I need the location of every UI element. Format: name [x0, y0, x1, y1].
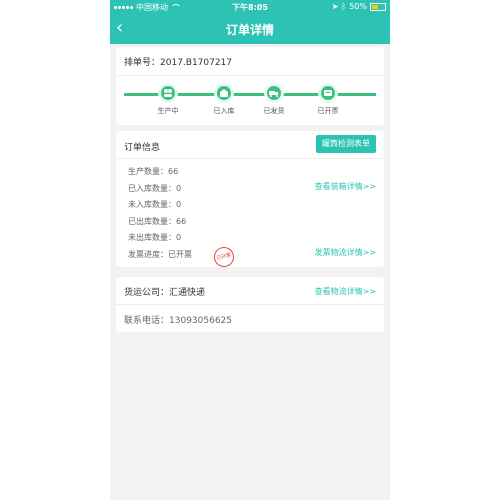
row-label: 已出库数量：	[128, 216, 176, 226]
row-value: 0	[176, 200, 182, 209]
divider	[116, 75, 384, 76]
contact-phone-value[interactable]: 13093056625	[169, 316, 232, 326]
row-label: 未出库数量：	[128, 233, 176, 242]
info-row-produced: 生产数量：66	[128, 164, 192, 181]
row-label: 生产数量：	[128, 167, 168, 176]
workers-icon	[164, 89, 172, 97]
step-label: 已开票	[317, 107, 339, 115]
contact-phone-label: 联系电话：	[124, 316, 170, 326]
row-value: 66	[168, 167, 179, 176]
truck-icon	[269, 91, 278, 97]
step-label: 已入库	[213, 107, 235, 115]
step-warehoused: 已入库	[204, 83, 244, 116]
step-label: 已发货	[263, 107, 285, 115]
step-production: 生产中	[148, 83, 188, 116]
order-number: 排单号：2017.B1707217	[124, 55, 232, 68]
order-number-label: 排单号：	[124, 58, 161, 68]
shipping-card: 货运公司：汇通快递 查看物流详情>> 联系电话：13093056625	[116, 277, 384, 332]
step-shipped: 已发货	[254, 83, 294, 116]
status-bar: 中国移动 下午8:05 ➤ ᛒ 50%	[110, 0, 390, 14]
step-label: 生产中	[157, 107, 179, 115]
logistics-details-link[interactable]: 查看物流详情>>	[315, 286, 376, 297]
row-value: 66	[176, 216, 187, 226]
bluetooth-icon: ᛒ	[341, 2, 347, 11]
row-label: 已入库数量：	[128, 183, 176, 193]
order-number-value: 2017.B1707217	[160, 58, 233, 68]
divider	[116, 158, 384, 159]
info-row-warehoused: 已入库数量：0	[128, 181, 192, 198]
battery-label: 50%	[349, 2, 367, 11]
shipping-company-label: 货运公司：	[124, 288, 170, 298]
shipping-company: 货运公司：汇通快递	[124, 285, 205, 298]
nav-bar: ‹ 订单详情	[110, 14, 390, 44]
warehouse-icon	[220, 89, 228, 97]
page-title: 订单详情	[225, 23, 274, 37]
row-value: 0	[176, 183, 182, 193]
location-icon: ➤	[331, 2, 339, 11]
invoice-logistics-link[interactable]: 发票物流详情>>	[315, 247, 376, 258]
info-row-invoice: 发票进度：已开票	[128, 247, 192, 264]
invoice-icon	[324, 90, 332, 96]
row-label: 发票进度：	[128, 249, 168, 259]
info-row-not-shipped: 未出库数量：0	[128, 230, 192, 247]
section-title: 订单信息	[124, 143, 161, 153]
order-card: 排单号：2017.B1707217 生产中 已入库 已发货 已开票	[116, 47, 384, 125]
inspection-form-button[interactable]: 罐筒检测表单	[316, 135, 376, 153]
divider	[116, 304, 384, 305]
contact-phone: 联系电话：13093056625	[124, 313, 232, 326]
row-value: 已开票	[168, 249, 192, 259]
shipping-company-value: 汇通快递	[169, 288, 206, 298]
row-value: 0	[176, 233, 182, 242]
info-row-shipped: 已出库数量：66	[128, 214, 192, 231]
order-progress: 生产中 已入库 已发货 已开票	[124, 83, 376, 123]
invoiced-stamp: 已开票	[211, 244, 237, 270]
info-row-not-warehoused: 未入库数量：0	[128, 197, 192, 214]
phone-screen: 中国移动 下午8:05 ➤ ᛒ 50% ‹ 订单详情 排单号：2017.B170…	[110, 0, 390, 500]
packing-details-link[interactable]: 查看装箱详情>>	[315, 181, 376, 192]
battery-icon	[370, 2, 386, 11]
step-invoiced: 已开票	[308, 83, 348, 116]
status-right: ➤ ᛒ 50%	[332, 2, 386, 11]
order-info-card: 订单信息 罐筒检测表单 生产数量：66 已入库数量：0 未入库数量：0 已出库数…	[116, 131, 384, 270]
row-label: 未入库数量：	[128, 200, 176, 209]
order-info-list: 生产数量：66 已入库数量：0 未入库数量：0 已出库数量：66 未出库数量：0…	[128, 164, 192, 263]
